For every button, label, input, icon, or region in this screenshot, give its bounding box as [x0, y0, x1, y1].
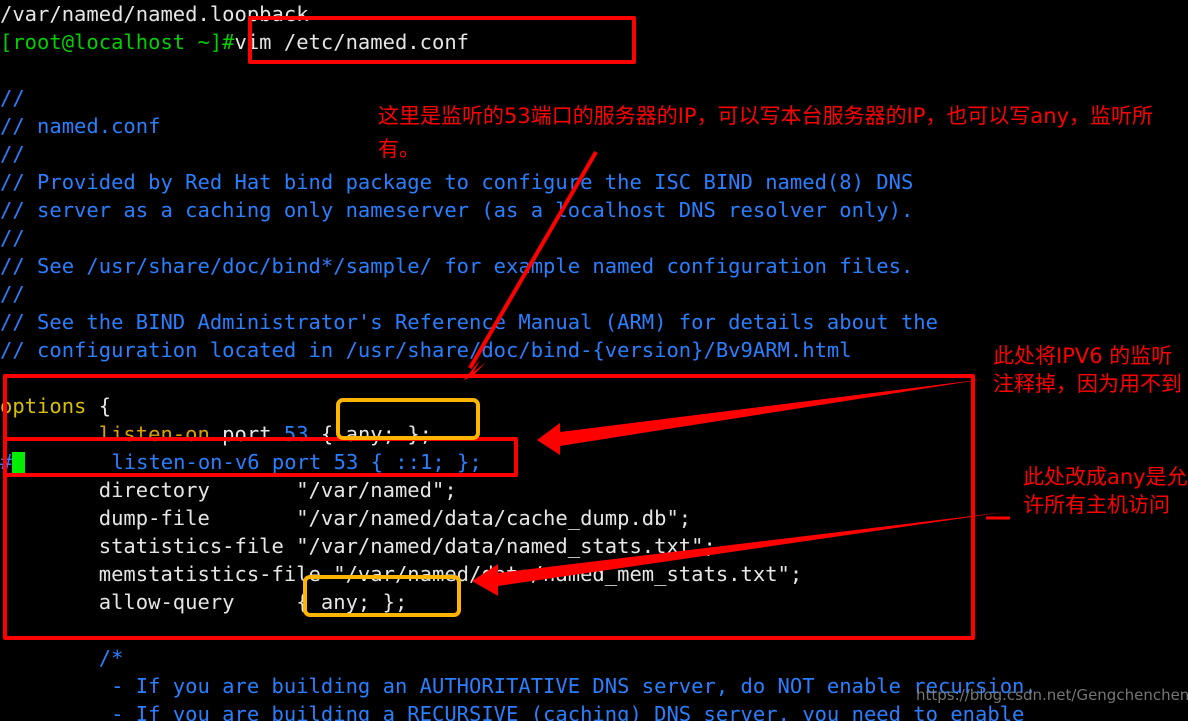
terminal-text: // — [0, 142, 25, 166]
terminal-line-comment-8: // — [0, 280, 1188, 308]
terminal-text: // — [0, 226, 25, 250]
highlight-box-listen-on-v6 — [3, 437, 518, 477]
annotation-right-note-ipv6: 此处将IPV6 的监听注释掉，因为用不到 — [993, 344, 1182, 396]
highlight-box-options-block — [3, 374, 975, 640]
watermark-url: https://blog.csdn.net/Gengchenchen — [916, 686, 1188, 704]
terminal-line-comment-6: // — [0, 224, 1188, 252]
terminal-text: // named.conf — [0, 114, 161, 138]
terminal-text: - If you are building a RECURSIVE (cachi… — [0, 702, 1025, 721]
terminal-line-comment-4: // Provided by Red Hat bind package to c… — [0, 168, 1188, 196]
terminal-text: /* — [0, 646, 124, 670]
terminal-text: // — [0, 86, 25, 110]
highlight-box-vim-command — [248, 16, 636, 64]
terminal-line-comment-7: // See /usr/share/doc/bind*/sample/ for … — [0, 252, 1188, 280]
terminal-screenshot: /var/named/named.loopback [root@localhost… — [0, 0, 1188, 721]
annotation-right-note-allow-query: 此处改成any是允许所有主机访问 — [1023, 465, 1188, 517]
terminal-text: // See /usr/share/doc/bind*/sample/ for … — [0, 254, 914, 278]
annotation-top-note: 这里是监听的53端口的服务器的IP，可以写本台服务器的IP，也可以写any，监听… — [378, 104, 1154, 161]
terminal-line-block-open: /* — [0, 644, 1188, 672]
terminal-text: // See the BIND Administrator's Referenc… — [0, 310, 938, 334]
highlight-box-allow-query-any — [303, 575, 461, 617]
terminal-line-comment-9: // See the BIND Administrator's Referenc… — [0, 308, 1188, 336]
terminal-text: // Provided by Red Hat bind package to c… — [0, 170, 914, 194]
terminal-text: - If you are building an AUTHORITATIVE D… — [0, 674, 1037, 698]
terminal-line-comment-5: // server as a caching only nameserver (… — [0, 196, 1188, 224]
terminal-text: // server as a caching only nameserver (… — [0, 198, 914, 222]
terminal-text: [root@localhost ~]# — [0, 30, 235, 54]
terminal-text: // — [0, 282, 25, 306]
terminal-text: // configuration located in /usr/share/d… — [0, 338, 852, 362]
highlight-box-listen-on-any — [336, 398, 480, 440]
